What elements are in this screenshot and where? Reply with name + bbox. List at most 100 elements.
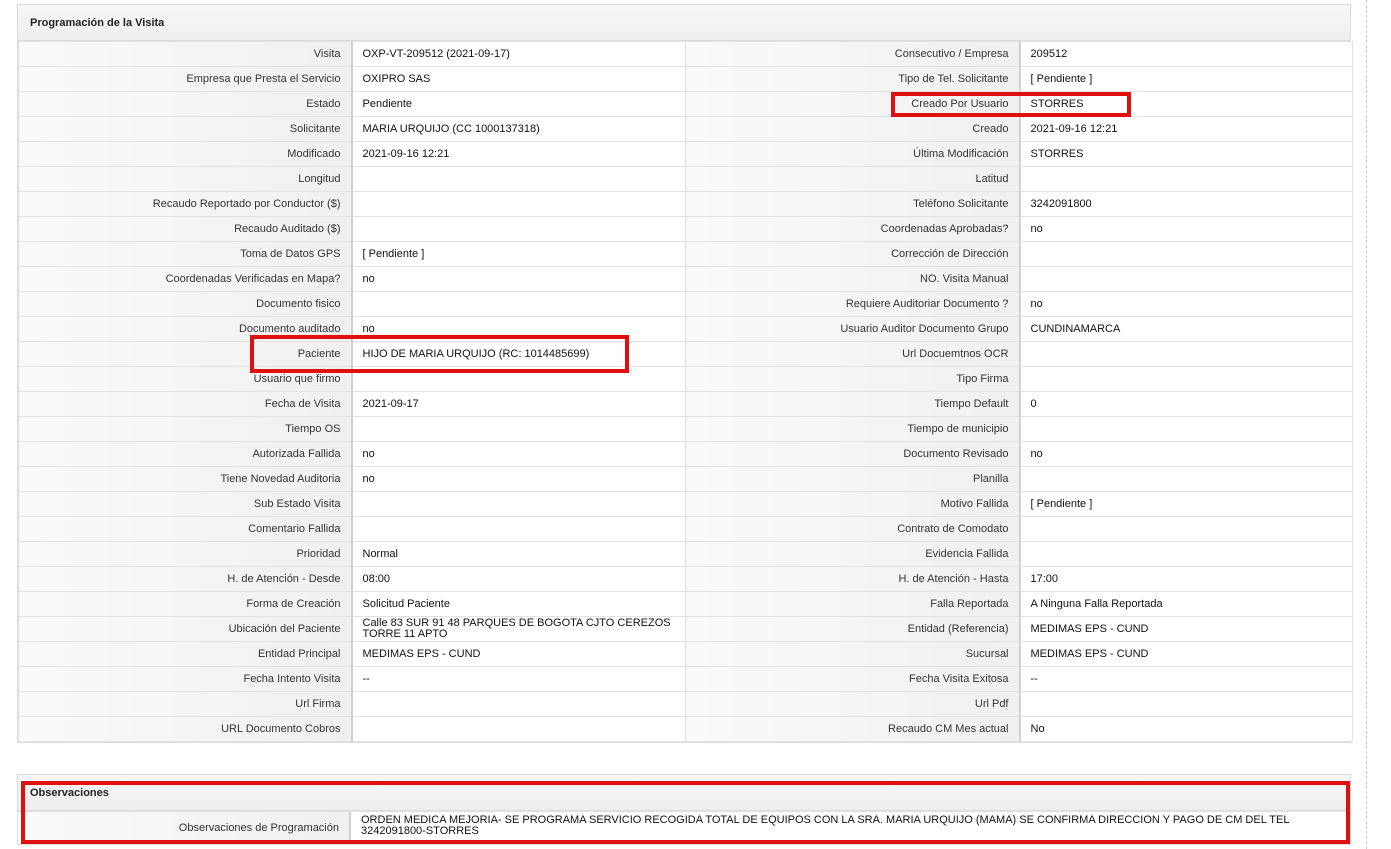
table-row: Autorizada Fallida no Documento Revisado … xyxy=(18,441,1353,467)
table-row: Url Firma Url Pdf xyxy=(18,691,1353,717)
field-value xyxy=(1019,266,1353,292)
field-value xyxy=(351,491,686,517)
field-value xyxy=(1019,366,1353,392)
field-value: CUNDINAMARCA xyxy=(1019,316,1353,342)
field-label: Tipo de Tel. Solicitante xyxy=(685,66,1021,92)
field-label: Consecutivo / Empresa xyxy=(685,41,1021,67)
field-label: Modificado xyxy=(18,141,353,167)
observations-title: Observaciones xyxy=(18,775,1350,811)
field-value: MARIA URQUIJO (CC 1000137318) xyxy=(351,116,686,142)
table-row: URL Documento Cobros Recaudo CM Mes actua… xyxy=(18,716,1353,742)
table-row: Prioridad Normal Evidencia Fallida xyxy=(18,541,1353,567)
field-value: STORRES xyxy=(1019,141,1353,167)
field-label: Tipo Firma xyxy=(685,366,1021,392)
field-value: -- xyxy=(1019,666,1353,692)
field-value: no xyxy=(351,266,686,292)
observations-label: Observaciones de Programación xyxy=(18,812,351,844)
field-label: Forma de Creación xyxy=(18,591,353,617)
field-label: URL Documento Cobros xyxy=(18,716,353,742)
table-row: H. de Atención - Desde 08:00 H. de Atenció… xyxy=(18,566,1353,592)
field-label: Usuario Auditor Documento Grupo xyxy=(685,316,1021,342)
field-value: OXIPRO SAS xyxy=(351,66,686,92)
field-value: no xyxy=(1019,216,1353,242)
section-title: Programación de la Visita xyxy=(18,5,1350,41)
field-value xyxy=(351,691,686,717)
field-label: Usuario que firmo xyxy=(18,366,353,392)
field-value xyxy=(351,191,686,217)
table-row: Ubicación del Paciente Calle 83 SUR 91 48… xyxy=(18,616,1353,642)
field-value: no xyxy=(351,441,686,467)
table-row: Toma de Datos GPS[ Pendiente ] Corrección… xyxy=(18,241,1353,267)
table-row: Tiene Novedad Auditoria no Planilla xyxy=(18,466,1353,492)
field-label: Tiempo Default xyxy=(685,391,1021,417)
field-label: Url Docuemtnos OCR xyxy=(685,341,1021,367)
field-label: Entidad Principal xyxy=(18,641,353,667)
field-value xyxy=(1019,466,1353,492)
field-value xyxy=(1019,516,1353,542)
field-label: Fecha Visita Exitosa xyxy=(685,666,1021,692)
field-label: Prioridad xyxy=(18,541,353,567)
table-row: Empresa que Presta el Servicio OXIPRO SAS… xyxy=(18,66,1353,92)
observations-value: ORDEN MEDICA MEJORIA- SE PROGRAMA SERVIC… xyxy=(361,814,1290,837)
table-row: Comentario Fallida Contrato de Comodato xyxy=(18,516,1353,542)
field-label: Requiere Auditoriar Documento ? xyxy=(685,291,1021,317)
field-label: Contrato de Comodato xyxy=(685,516,1021,542)
field-value: [ Pendiente ] xyxy=(1019,66,1353,92)
table-row: Solicitante MARIA URQUIJO (CC 1000137318)… xyxy=(18,116,1353,142)
field-label: Tiempo OS xyxy=(18,416,353,442)
field-value: No xyxy=(1019,716,1353,742)
field-value xyxy=(351,291,686,317)
field-label: Estado xyxy=(18,91,353,117)
field-label: H. de Atención - Hasta xyxy=(685,566,1021,592)
field-value xyxy=(1019,416,1353,442)
field-label: Comentario Fallida xyxy=(18,516,353,542)
table-row: Recaudo Reportado por Conductor ($) Teléf… xyxy=(18,191,1353,217)
field-label: Visita xyxy=(18,41,353,67)
field-value: 17:00 xyxy=(1019,566,1353,592)
field-label: Empresa que Presta el Servicio xyxy=(18,66,353,92)
field-label: Paciente xyxy=(18,341,353,367)
field-value xyxy=(1019,691,1353,717)
field-value xyxy=(351,716,686,742)
field-label: Creado xyxy=(685,116,1021,142)
dashed-divider xyxy=(1366,0,1367,849)
field-value: 2021-09-16 12:21 xyxy=(351,141,686,167)
field-label: Recaudo Auditado ($) xyxy=(18,216,353,242)
field-label: Fecha de Visita xyxy=(18,391,353,417)
field-label: Documento auditado xyxy=(18,316,353,342)
field-label: Url Firma xyxy=(18,691,353,717)
visit-schedule-panel: Programación de la Visita Visita OXP-VT-2… xyxy=(17,4,1353,743)
field-label: Fecha Intento Visita xyxy=(18,666,353,692)
table-row: Longitud Latitud xyxy=(18,166,1353,192)
field-value: Solicitud Paciente xyxy=(351,591,686,617)
table-row: Estado Pendiente Creado Por Usuario STORRES xyxy=(18,91,1353,117)
field-label: Tiene Novedad Auditoria xyxy=(18,466,353,492)
field-value: A Ninguna Falla Reportada xyxy=(1019,591,1353,617)
table-row: Usuario que firmo Tipo Firma xyxy=(18,366,1353,392)
field-value: HIJO DE MARIA URQUIJO (RC: 1014485699) xyxy=(351,341,686,367)
field-value: Pendiente xyxy=(351,91,686,117)
field-label: H. de Atención - Desde xyxy=(18,566,353,592)
field-value: 0 xyxy=(1019,391,1353,417)
field-value: 2021-09-17 xyxy=(351,391,686,417)
table-row: Recaudo Auditado ($) Coordenadas Aprobada… xyxy=(18,216,1353,242)
table-row: Coordenadas Verificadas en Mapa? no NO. V… xyxy=(18,266,1353,292)
field-value xyxy=(351,366,686,392)
observations-panel: Observaciones Observaciones de Programac… xyxy=(17,774,1351,845)
field-value: 08:00 xyxy=(351,566,686,592)
field-value: 2021-09-16 12:21 xyxy=(1019,116,1353,142)
field-label: Falla Reportada xyxy=(685,591,1021,617)
field-value: -- xyxy=(351,666,686,692)
field-label: Motivo Fallida xyxy=(685,491,1021,517)
observations-row: Observaciones de Programación ORDEN MEDI… xyxy=(18,811,1350,844)
field-value xyxy=(1019,166,1353,192)
field-label: Recaudo Reportado por Conductor ($) xyxy=(18,191,353,217)
field-value xyxy=(1019,341,1353,367)
field-value: [ Pendiente ] xyxy=(351,241,686,267)
field-value: MEDIMAS EPS - CUND xyxy=(1019,641,1353,667)
field-label: Tiempo de municipio xyxy=(685,416,1021,442)
field-value xyxy=(1019,241,1353,267)
field-label: Toma de Datos GPS xyxy=(18,241,353,267)
field-value: MEDIMAS EPS - CUND xyxy=(351,641,686,667)
field-label: Entidad (Referencia) xyxy=(685,616,1021,642)
